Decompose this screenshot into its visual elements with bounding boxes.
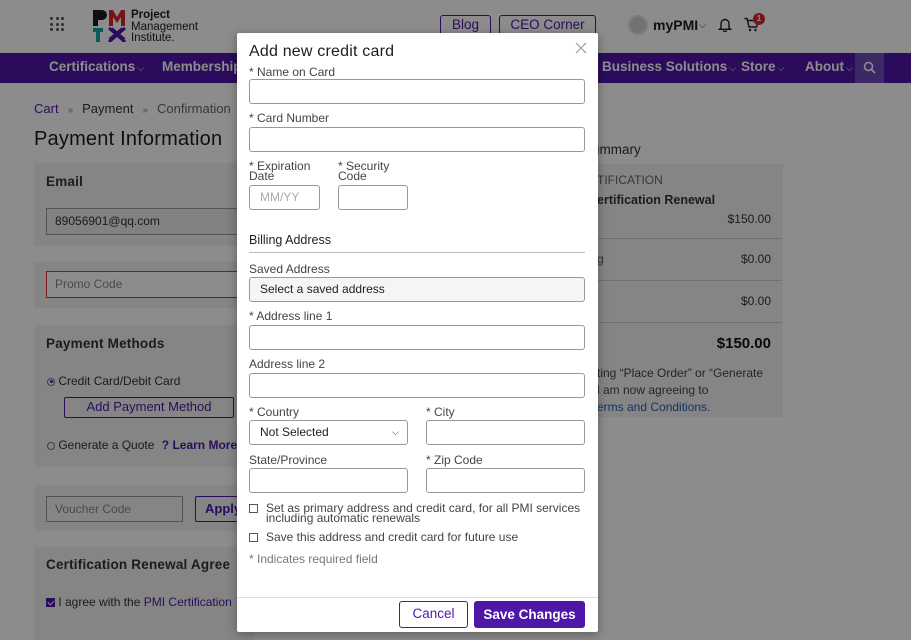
divider — [237, 597, 598, 598]
expiration-date-label: * Expiration Date — [249, 160, 310, 183]
city-input[interactable] — [426, 420, 585, 445]
security-label-line2: Code — [338, 169, 367, 183]
primary-address-label-line2: including automatic renewals — [266, 511, 421, 525]
zip-code-input[interactable] — [426, 468, 585, 493]
city-label: * City — [426, 405, 455, 419]
country-select-value: Not Selected — [260, 425, 329, 439]
security-code-input[interactable] — [338, 185, 408, 210]
zip-code-label: * Zip Code — [426, 453, 483, 467]
address-line2-label: Address line 2 — [249, 357, 326, 371]
card-number-input[interactable] — [249, 127, 585, 152]
card-number-label: * Card Number — [249, 111, 330, 125]
address-line1-input[interactable] — [249, 325, 585, 350]
save-for-future-label: Save this address and credit card for fu… — [266, 530, 519, 544]
save-for-future-checkbox[interactable] — [249, 533, 258, 542]
state-province-input[interactable] — [249, 468, 408, 493]
chevron-down-icon: ⌵ — [392, 427, 399, 437]
add-credit-card-dialog: Add new credit card * Name on Card * Car… — [237, 33, 598, 632]
billing-address-heading: Billing Address — [249, 233, 331, 247]
primary-address-checkbox-row[interactable]: Set as primary address and credit card, … — [249, 502, 589, 525]
expiration-date-input[interactable]: MM/YY — [249, 185, 320, 210]
saved-address-label: Saved Address — [249, 262, 330, 276]
name-on-card-input[interactable] — [249, 79, 585, 104]
primary-address-checkbox[interactable] — [249, 504, 258, 513]
saved-address-select[interactable]: Select a saved address — [249, 277, 585, 302]
save-changes-button[interactable]: Save Changes — [474, 601, 585, 628]
cancel-button[interactable]: Cancel — [399, 601, 468, 628]
divider — [249, 252, 585, 253]
dialog-title: Add new credit card — [249, 43, 395, 60]
name-on-card-label: * Name on Card — [249, 65, 336, 79]
country-select[interactable]: Not Selected ⌵ — [249, 420, 408, 445]
required-field-note: * Indicates required field — [249, 552, 378, 566]
save-for-future-checkbox-row[interactable]: Save this address and credit card for fu… — [249, 530, 589, 544]
address-line2-input[interactable] — [249, 373, 585, 398]
close-icon[interactable] — [575, 42, 587, 54]
state-province-label: State/Province — [249, 453, 328, 467]
address-line1-label: * Address line 1 — [249, 309, 333, 323]
security-code-label: * Security Code — [338, 160, 389, 183]
country-label: * Country — [249, 405, 300, 419]
expiration-label-line2: Date — [249, 169, 275, 183]
